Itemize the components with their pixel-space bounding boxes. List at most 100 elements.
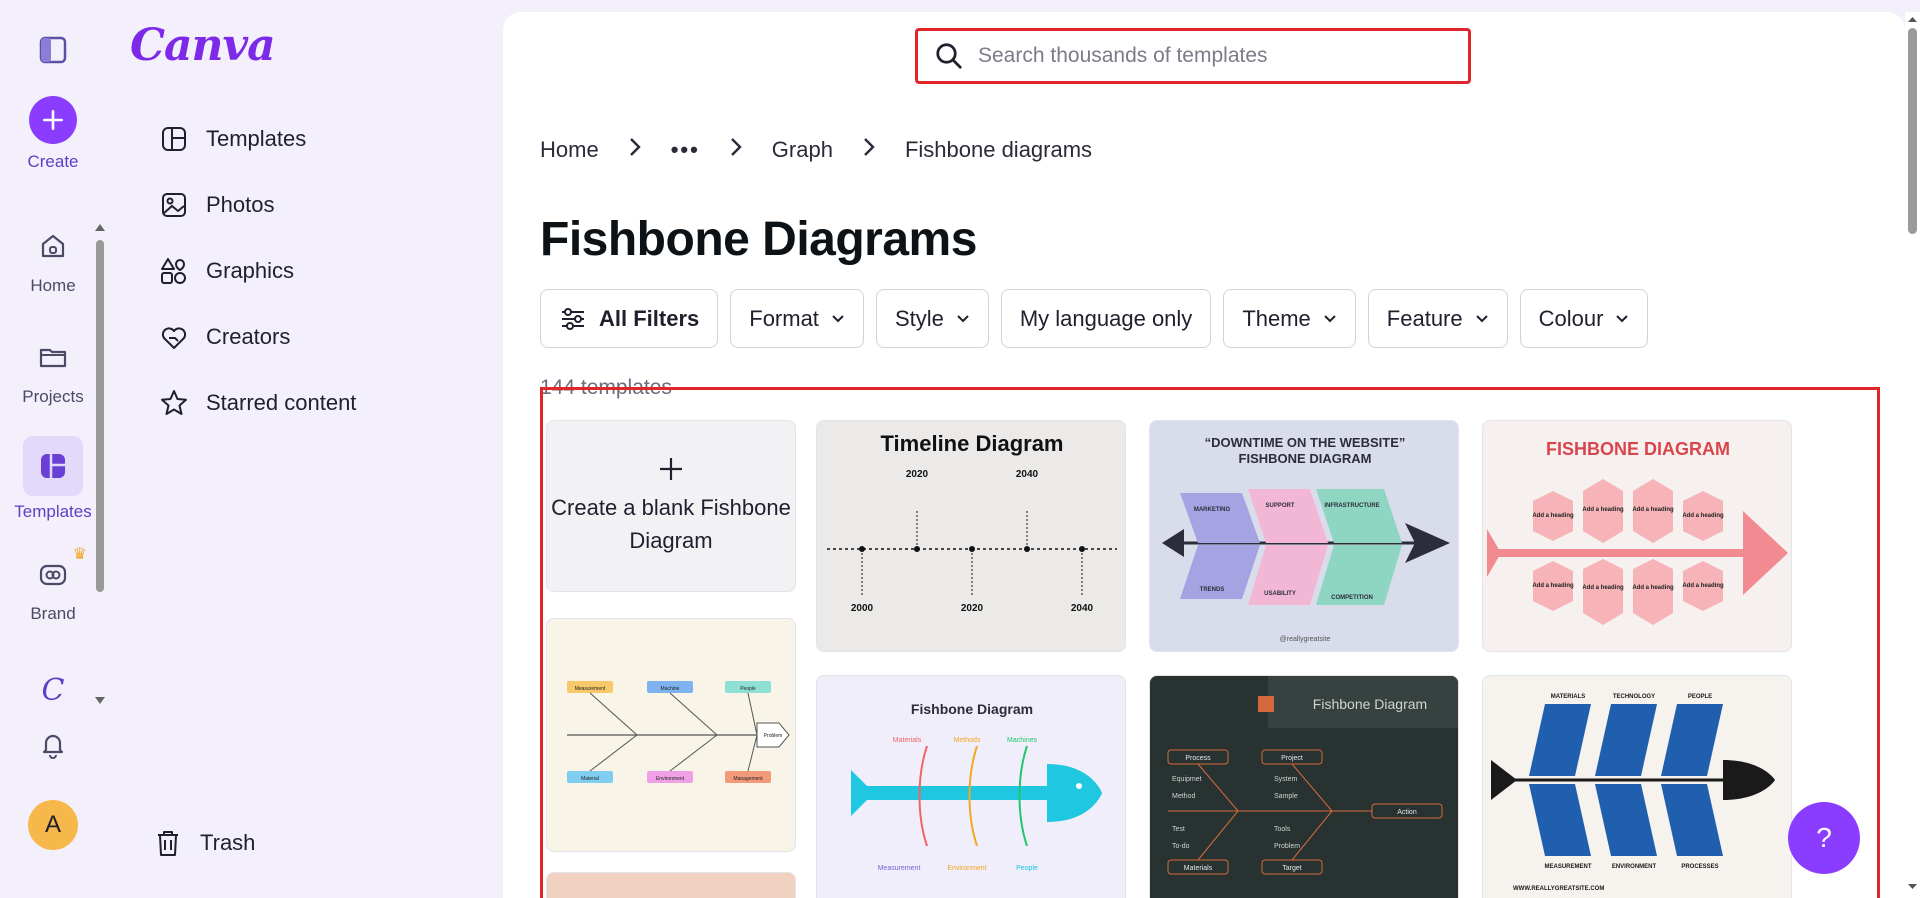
rail-scrollbar-thumb[interactable]: [96, 240, 104, 592]
panel-item-label: Starred content: [206, 390, 357, 415]
rail-item-home[interactable]: Home: [0, 222, 106, 296]
create-button[interactable]: Create: [0, 96, 106, 172]
svg-text:FISHBONE DIAGRAM: FISHBONE DIAGRAM: [1239, 451, 1372, 466]
template-card-lavender[interactable]: Fishbone Diagram Materials Methods Machi…: [816, 675, 1126, 898]
colour-filter[interactable]: Colour: [1519, 289, 1649, 348]
panel-item-photos[interactable]: Photos: [158, 187, 275, 223]
svg-text:WWW.REALLYGREATSITE.COM: WWW.REALLYGREATSITE.COM: [1513, 886, 1604, 892]
format-filter[interactable]: Format: [730, 289, 864, 348]
svg-text:Measurement: Measurement: [878, 865, 921, 872]
template-card-pink[interactable]: FISHBONE DIAGRAM Add a heading Add a hea…: [1482, 420, 1792, 652]
rail-item-projects[interactable]: Projects: [0, 333, 106, 407]
svg-text:Add a heading: Add a heading: [1682, 513, 1724, 519]
svg-text:Problem: Problem: [1274, 843, 1300, 850]
panel-item-trash[interactable]: Trash: [152, 825, 255, 861]
templates-label: Templates: [14, 502, 92, 521]
trash-icon: [158, 831, 178, 856]
theme-filter[interactable]: Theme: [1223, 289, 1356, 348]
panel-item-templates[interactable]: Templates: [158, 121, 306, 157]
svg-text:To-do: To-do: [1172, 843, 1190, 850]
svg-text:Machines: Machines: [1007, 737, 1037, 744]
scroll-down-icon[interactable]: [1905, 882, 1920, 892]
magic-c-icon: C: [41, 672, 65, 708]
filter-label: Style: [894, 305, 944, 331]
svg-text:@reallygreatsite: @reallygreatsite: [1280, 636, 1331, 643]
main-content: Home ••• Graph Fishbone diagrams Fishbon…: [503, 12, 1905, 898]
create-blank-card[interactable]: Create a blank Fishbone Diagram: [546, 420, 796, 592]
svg-text:TRENDS: TRENDS: [1200, 587, 1225, 593]
filter-label: Feature: [1386, 305, 1463, 331]
help-button[interactable]: ?: [1788, 802, 1860, 874]
page-scrollbar[interactable]: [1905, 12, 1920, 898]
templates-panel: Canva Templates Photos Graphics Creators…: [106, 0, 502, 898]
svg-text:Add a heading: Add a heading: [1582, 507, 1624, 513]
brand-label: Brand: [30, 604, 76, 623]
breadcrumb-home[interactable]: Home: [540, 137, 599, 163]
breadcrumb-more[interactable]: •••: [671, 137, 700, 163]
svg-text:ENVIRONMENT: ENVIRONMENT: [1612, 864, 1657, 870]
notifications-button[interactable]: [0, 720, 106, 774]
search-bar[interactable]: [915, 28, 1471, 84]
photo-icon: [162, 193, 186, 217]
panel-item-graphics[interactable]: Graphics: [158, 253, 294, 289]
breadcrumb-graph[interactable]: Graph: [772, 137, 833, 163]
template-card-downtime[interactable]: “DOWNTIME ON THE WEBSITE” FISHBONE DIAGR…: [1149, 420, 1459, 652]
template-card-peach[interactable]: [546, 872, 796, 898]
template-card-cream[interactable]: Measurement Machine People Material Envi…: [546, 618, 796, 852]
style-filter[interactable]: Style: [875, 289, 989, 348]
panel-item-starred[interactable]: Starred content: [158, 385, 356, 421]
svg-text:People: People: [1016, 865, 1038, 872]
rail-item-brand[interactable]: ♛ Brand: [0, 546, 106, 624]
avatar: A: [28, 800, 78, 850]
svg-text:Sample: Sample: [1274, 793, 1298, 800]
svg-text:Add a heading: Add a heading: [1682, 583, 1724, 589]
svg-text:Equipmet: Equipmet: [1172, 776, 1202, 783]
svg-text:“DOWNTIME ON THE WEBSITE”: “DOWNTIME ON THE WEBSITE”: [1205, 435, 1406, 450]
search-icon: [936, 43, 962, 69]
filter-label: Theme: [1242, 305, 1311, 331]
blue-fishbone-thumbnail: MATERIALS TECHNOLOGY PEOPLE MEASUREMENT …: [1491, 694, 1775, 892]
star-icon: [161, 390, 187, 415]
heart-hand-icon: [161, 327, 187, 349]
toggle-panel-button[interactable]: [0, 26, 106, 80]
template-card-dark[interactable]: Fishbone Diagram Process Project Materia…: [1149, 675, 1459, 898]
rail-item-templates[interactable]: Templates: [0, 436, 106, 522]
svg-text:Timeline Diagram: Timeline Diagram: [881, 431, 1064, 456]
plus-icon: [660, 458, 682, 480]
templates-outline-icon: [162, 127, 186, 151]
svg-text:Measurement: Measurement: [575, 686, 606, 692]
chevron-down-icon: [832, 314, 844, 322]
svg-text:MATERIALS: MATERIALS: [1551, 694, 1586, 700]
filter-label: Format: [749, 305, 819, 331]
scroll-up-icon[interactable]: [1905, 14, 1920, 24]
feature-filter[interactable]: Feature: [1367, 289, 1508, 348]
account-button[interactable]: A: [0, 800, 106, 850]
canva-logo[interactable]: Canva: [130, 20, 276, 71]
svg-text:Action: Action: [1397, 809, 1417, 816]
svg-text:System: System: [1274, 776, 1298, 783]
plus-icon: [29, 96, 77, 144]
panel-item-label: Photos: [206, 192, 275, 217]
downtime-thumbnail: “DOWNTIME ON THE WEBSITE” FISHBONE DIAGR…: [1162, 435, 1450, 643]
panel-item-creators[interactable]: Creators: [158, 319, 290, 355]
pink-fishbone-thumbnail: FISHBONE DIAGRAM Add a heading Add a hea…: [1487, 439, 1788, 625]
svg-text:PEOPLE: PEOPLE: [1688, 694, 1712, 700]
canva-ai-button[interactable]: C: [0, 666, 106, 720]
template-card-timeline[interactable]: Timeline Diagram 2020 2040 2000 2020 204…: [816, 420, 1126, 652]
sidebar-toggle-icon: [29, 26, 77, 74]
filter-bar: All Filters Format Style My language onl…: [540, 289, 1649, 348]
svg-text:People: People: [740, 686, 756, 692]
blank-card-line1: Create a blank Fishbone: [551, 495, 791, 520]
svg-text:Target: Target: [1282, 865, 1302, 872]
language-filter[interactable]: My language only: [1000, 289, 1212, 348]
sliders-icon: [562, 307, 584, 330]
search-input[interactable]: [978, 44, 1438, 68]
rail-scrollbar[interactable]: [94, 222, 106, 706]
page-scrollbar-thumb[interactable]: [1908, 28, 1917, 234]
chevron-right-icon: [629, 137, 641, 163]
template-card-blue[interactable]: MATERIALS TECHNOLOGY PEOPLE MEASUREMENT …: [1482, 675, 1792, 898]
svg-text:SUPPORT: SUPPORT: [1265, 503, 1294, 509]
panel-item-label: Graphics: [206, 258, 295, 283]
svg-text:INFRASTRUCTURE: INFRASTRUCTURE: [1324, 503, 1379, 509]
all-filters-button[interactable]: All Filters: [540, 289, 719, 348]
